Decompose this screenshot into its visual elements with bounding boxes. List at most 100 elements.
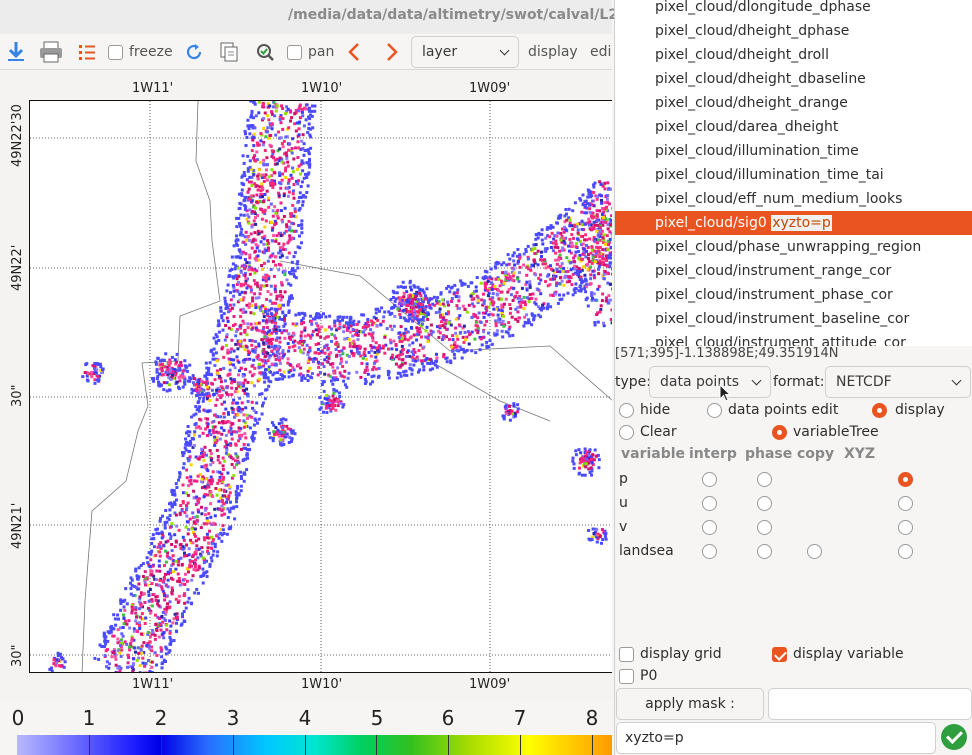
grid-row-variable: v [619, 519, 628, 535]
freeze-check-box[interactable] [108, 44, 123, 60]
colorbar-label: 5 [370, 706, 384, 730]
variable-list-item[interactable]: pixel_cloud/instrument_range_cor [615, 259, 972, 283]
grid-row-variable: u [619, 495, 628, 511]
data-points-edit-label: data points edit [728, 402, 839, 418]
apply-check-icon[interactable] [941, 724, 967, 750]
zoom-check-icon[interactable] [254, 34, 276, 70]
chevron-down-icon [951, 375, 962, 385]
layer-select-value: layer [422, 44, 458, 60]
colorbar-label: 1 [82, 706, 96, 730]
xyz-radio[interactable] [898, 520, 913, 535]
grid-header-copy: copy [797, 446, 835, 462]
interp-radio[interactable] [702, 520, 717, 535]
format-select[interactable]: NETCDF [825, 366, 971, 398]
right-panel: pixel_cloud/dlongitude_dphase pixel_clou… [614, 0, 972, 755]
display-grid-check-box[interactable] [619, 646, 634, 662]
edit-tab[interactable]: edi [590, 34, 611, 70]
display-tab[interactable]: display [528, 34, 578, 70]
variable-list-item[interactable]: pixel_cloud/dheight_dbaseline [615, 67, 972, 91]
variable-list-item[interactable]: pixel_cloud/darea_dheight [615, 115, 972, 139]
clear-label: Clear [640, 424, 677, 440]
pan-label: pan [308, 44, 335, 60]
clear-radio-button[interactable] [619, 424, 634, 440]
variable-list-item[interactable]: pixel_cloud/eff_num_medium_looks [615, 187, 972, 211]
display-radio-button[interactable] [872, 402, 887, 418]
interp-radio[interactable] [702, 496, 717, 511]
variable-list-item[interactable]: pixel_cloud/instrument_baseline_cor [615, 307, 972, 331]
download-icon[interactable] [6, 34, 26, 70]
variable-list-item[interactable]: pixel_cloud/dlongitude_dphase [615, 0, 972, 19]
clear-radio[interactable]: Clear [619, 422, 677, 442]
display-variable-checkbox[interactable]: display variable [772, 644, 904, 664]
variable-list-item[interactable]: pixel_cloud/illumination_time_tai [615, 163, 972, 187]
variable-list-item[interactable]: pixel_cloud/phase_unwrapping_region [615, 235, 972, 259]
variable-list-item[interactable]: pixel_cloud/dheight_drange [615, 91, 972, 115]
pan-check-box[interactable] [287, 44, 302, 60]
selected-variable-name: pixel_cloud/sig0 [655, 215, 767, 231]
bottom-lon-tick: 1W11' [132, 677, 174, 692]
phase-radio[interactable] [757, 496, 772, 511]
file-path: /media/data/data/altimetry/swot/calval/L… [288, 7, 654, 23]
display-radio[interactable]: display [872, 400, 945, 420]
map-area: 1W11' 1W10' 1W09' 49N22'30 49N22' 30" 49… [0, 71, 612, 701]
phase-radio[interactable] [757, 472, 772, 487]
map-plot[interactable] [29, 100, 612, 673]
type-select[interactable]: data points [649, 366, 771, 398]
data-points-edit-radio-button[interactable] [707, 402, 722, 418]
expression-input[interactable]: xyzto=p [616, 722, 936, 754]
lat-tick: 30" [10, 644, 25, 667]
map-canvas [30, 101, 612, 672]
variable-tree-radio[interactable]: variableTree [772, 422, 879, 442]
variable-list-item[interactable]: pixel_cloud/instrument_phase_cor [615, 283, 972, 307]
display-grid-checkbox[interactable]: display grid [619, 644, 722, 664]
grid-header-interp: interp [689, 446, 737, 462]
pan-checkbox[interactable]: pan [287, 34, 334, 70]
variable-tree-label: variableTree [793, 424, 879, 440]
grid-row-variable: p [619, 471, 628, 487]
variable-list-item-selected[interactable]: pixel_cloud/sig0 xyzto=p [615, 211, 972, 235]
chevron-right-icon[interactable] [384, 34, 400, 70]
window-titlebar: /media/data/data/altimetry/swot/calval/L… [0, 0, 653, 34]
colorbar-label: 4 [298, 706, 312, 730]
freeze-checkbox[interactable]: freeze [108, 34, 173, 70]
interp-radio[interactable] [702, 544, 717, 559]
variable-list-item[interactable]: pixel_cloud/dheight_dphase [615, 19, 972, 43]
bottom-lon-tick: 1W10' [301, 677, 343, 692]
mask-input[interactable] [768, 688, 972, 720]
xyz-radio[interactable] [898, 544, 913, 559]
layer-select[interactable]: layer [411, 36, 519, 68]
p0-check-box[interactable] [619, 668, 634, 684]
hide-radio[interactable]: hide [619, 400, 670, 420]
colorbar-label: 7 [513, 706, 527, 730]
chevron-left-icon[interactable] [346, 34, 362, 70]
variable-tree-radio-button[interactable] [772, 424, 787, 440]
phase-radio[interactable] [757, 520, 772, 535]
variable-list-item[interactable]: pixel_cloud/instrument_attitude_cor [615, 331, 972, 346]
phase-radio[interactable] [757, 544, 772, 559]
refresh-icon[interactable] [184, 34, 204, 70]
apply-mask-button[interactable]: apply mask : [616, 688, 764, 720]
hide-radio-button[interactable] [619, 402, 634, 418]
bottom-lon-tick: 1W09' [469, 677, 511, 692]
display-variable-check-box[interactable] [772, 646, 787, 662]
printer-icon[interactable] [38, 34, 64, 70]
variable-list[interactable]: pixel_cloud/dlongitude_dphase pixel_clou… [615, 0, 972, 346]
p0-checkbox[interactable]: P0 [619, 666, 657, 686]
variable-list-item[interactable]: pixel_cloud/dheight_droll [615, 43, 972, 67]
xyz-radio[interactable] [898, 472, 913, 487]
grid-row-variable: landsea [619, 543, 674, 559]
chevron-down-icon [751, 375, 762, 385]
lat-tick: 49N21' [10, 502, 25, 549]
type-label: type: [615, 374, 651, 390]
data-points-edit-radio[interactable]: data points edit [707, 400, 838, 420]
list-icon[interactable] [78, 34, 96, 70]
display-label: display [895, 402, 945, 418]
xyz-radio[interactable] [898, 496, 913, 511]
grid-header-variable: variable [621, 446, 686, 462]
copy-radio[interactable] [807, 544, 822, 559]
variable-list-item[interactable]: pixel_cloud/illumination_time [615, 139, 972, 163]
data-points [48, 101, 612, 672]
top-lon-tick: 1W10' [301, 81, 343, 96]
copy-icon[interactable] [218, 34, 240, 70]
interp-radio[interactable] [702, 472, 717, 487]
